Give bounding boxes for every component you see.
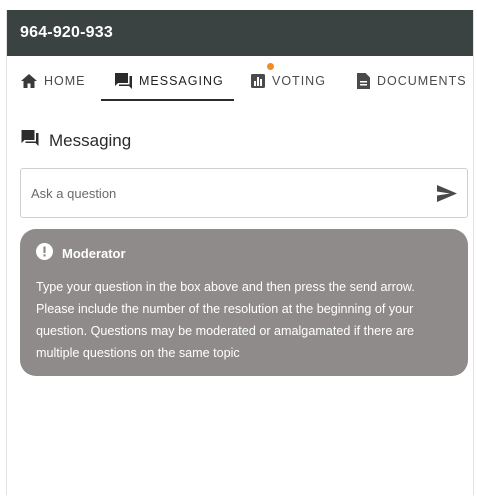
- voting-notification-dot: [267, 63, 274, 70]
- page-title: Messaging: [49, 130, 132, 150]
- bar-chart-icon: [251, 74, 265, 88]
- alert-circle-icon: [36, 243, 53, 263]
- tab-voting[interactable]: VOTING: [251, 56, 326, 106]
- tab-documents[interactable]: DOCUMENTS: [357, 56, 467, 106]
- tab-home[interactable]: HOME: [21, 56, 86, 106]
- send-arrow-icon: [437, 184, 457, 202]
- document-icon: [357, 73, 370, 89]
- tab-documents-label: DOCUMENTS: [377, 74, 467, 88]
- chat-icon: [115, 73, 132, 89]
- chat-icon: [21, 130, 39, 151]
- moderator-message: Moderator Type your question in the box …: [20, 229, 468, 376]
- tab-messaging-label: MESSAGING: [139, 74, 224, 88]
- moderator-text: Type your question in the box above and …: [36, 280, 415, 360]
- tab-bar: HOME MESSAGING VOTING DOCUMENTS: [7, 56, 473, 106]
- question-input[interactable]: [31, 185, 391, 201]
- section-heading: Messaging: [21, 130, 131, 151]
- moderator-title: Moderator: [62, 245, 126, 261]
- send-button[interactable]: [437, 184, 457, 202]
- question-input-box: [20, 168, 468, 218]
- home-icon: [21, 74, 37, 88]
- moderator-header: Moderator: [36, 243, 452, 263]
- active-tab-indicator: [101, 99, 234, 101]
- header-bar: 964-920-933: [7, 10, 473, 56]
- app-frame: 964-920-933 HOME MESSAGING VOTING DOCUME…: [6, 10, 474, 495]
- meeting-id: 964-920-933: [20, 24, 113, 41]
- tab-voting-label: VOTING: [272, 74, 326, 88]
- tab-home-label: HOME: [44, 74, 86, 88]
